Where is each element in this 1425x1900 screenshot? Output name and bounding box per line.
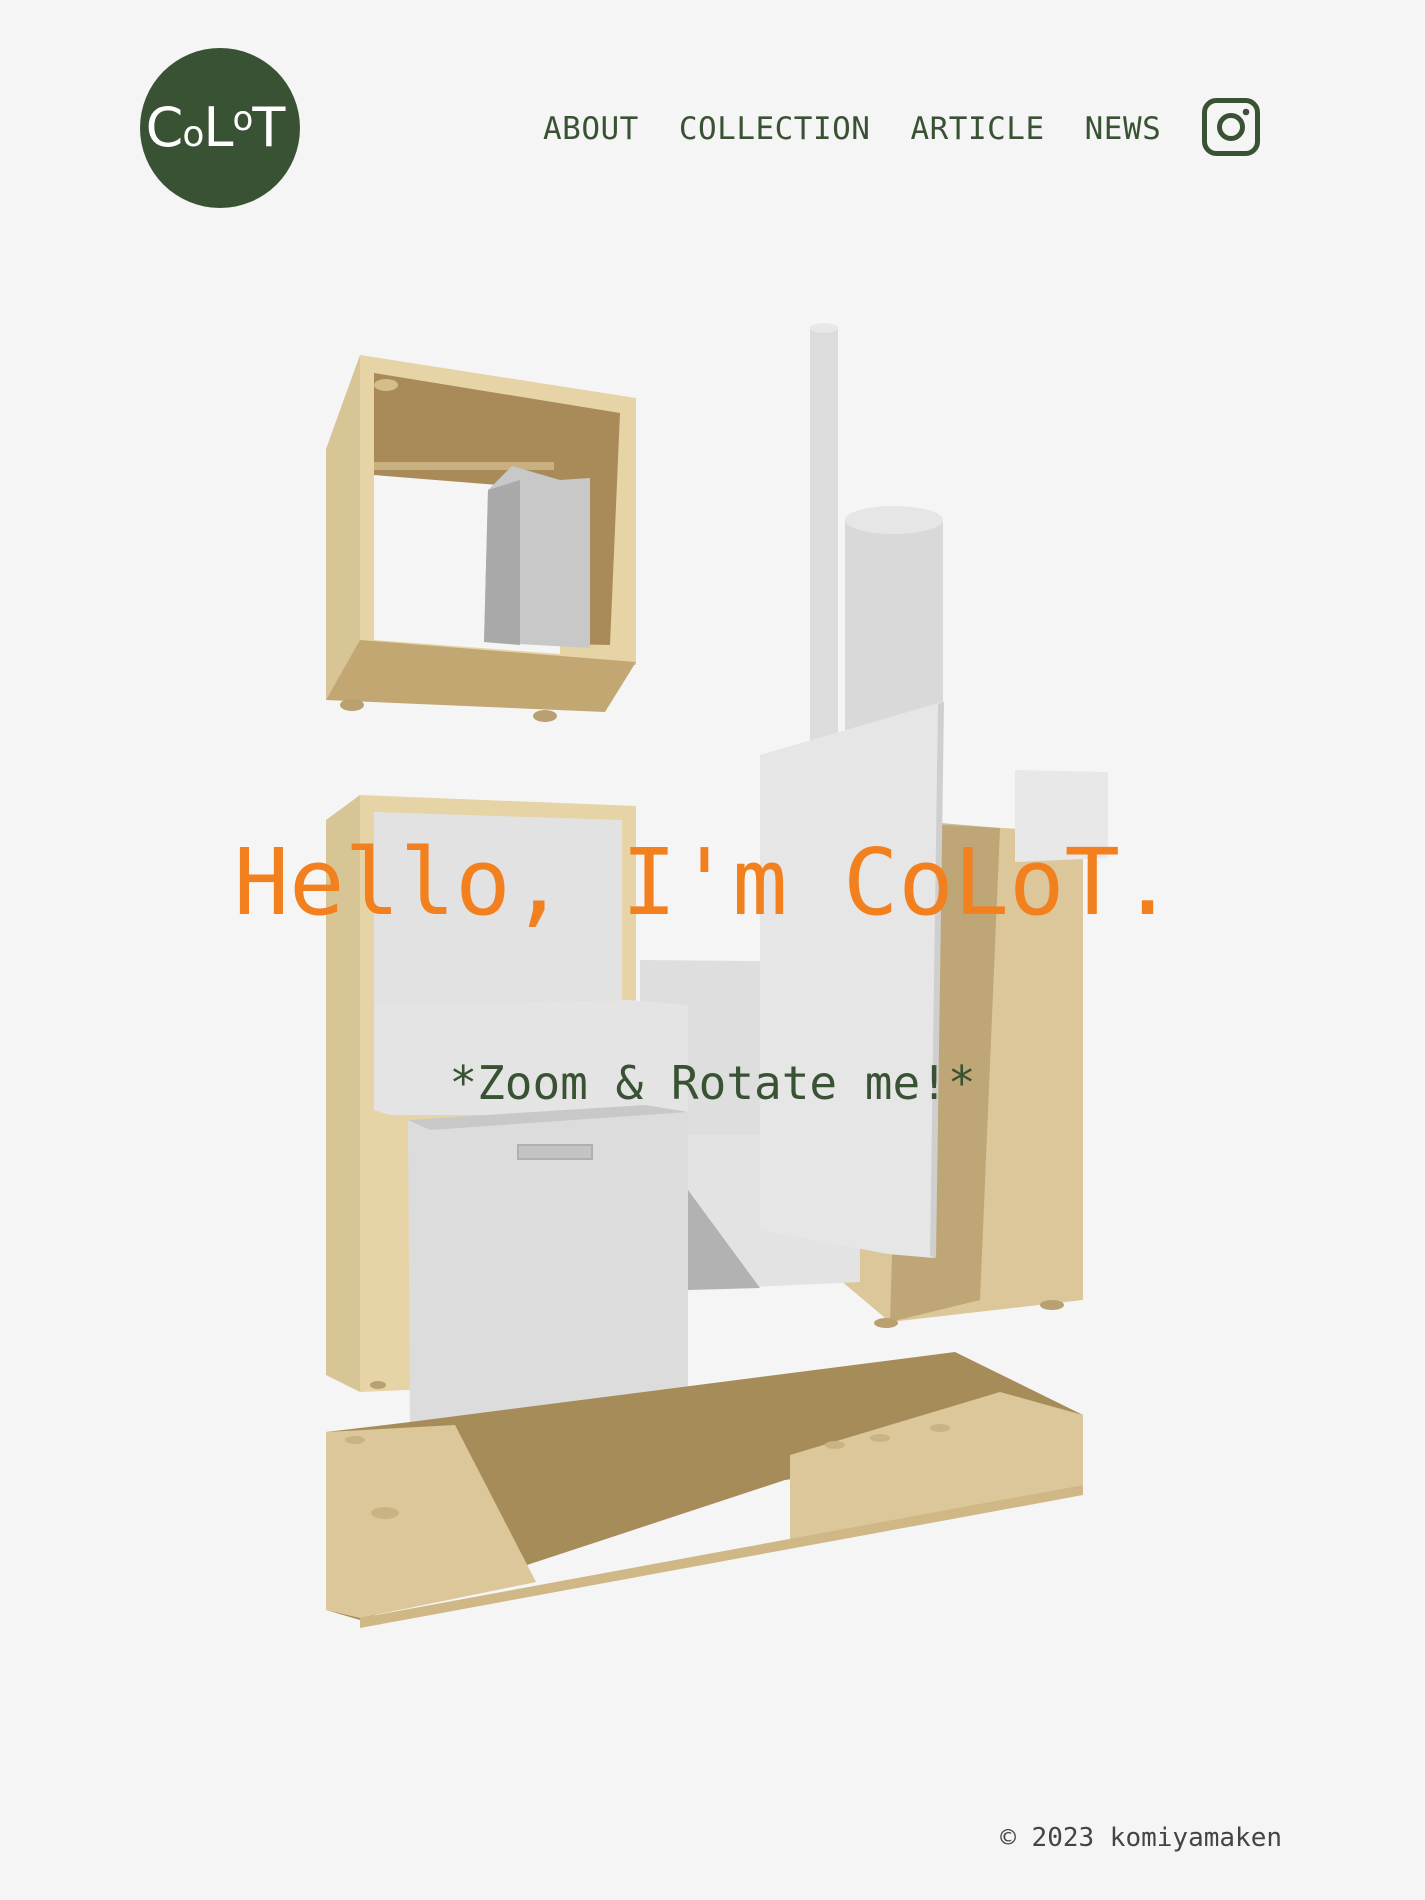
main-nav: ABOUT COLLECTION ARTICLE NEWS — [543, 103, 1201, 155]
page: CoLoT ABOUT COLLECTION ARTICLE NEWS Hell… — [0, 0, 1425, 1900]
colot-logo[interactable]: CoLoT — [140, 48, 300, 208]
nav-article[interactable]: ARTICLE — [910, 103, 1044, 155]
hero-title: Hello, I'm CoLoT. — [233, 829, 1176, 936]
nav-about[interactable]: ABOUT — [543, 103, 639, 155]
footer-copyright: © 2023 komiyamaken — [1000, 1823, 1282, 1853]
logo-wordmark: CoLoT — [145, 96, 286, 159]
3d-model-canvas[interactable] — [0, 0, 1425, 1900]
tall-pipes — [810, 323, 943, 746]
instagram-link[interactable] — [1202, 98, 1260, 156]
instagram-icon — [1202, 98, 1260, 156]
hero-subtitle: *Zoom & Rotate me!* — [449, 1056, 976, 1110]
nav-collection[interactable]: COLLECTION — [679, 103, 871, 155]
nav-news[interactable]: NEWS — [1085, 103, 1162, 155]
floating-shelf-box — [326, 355, 636, 722]
